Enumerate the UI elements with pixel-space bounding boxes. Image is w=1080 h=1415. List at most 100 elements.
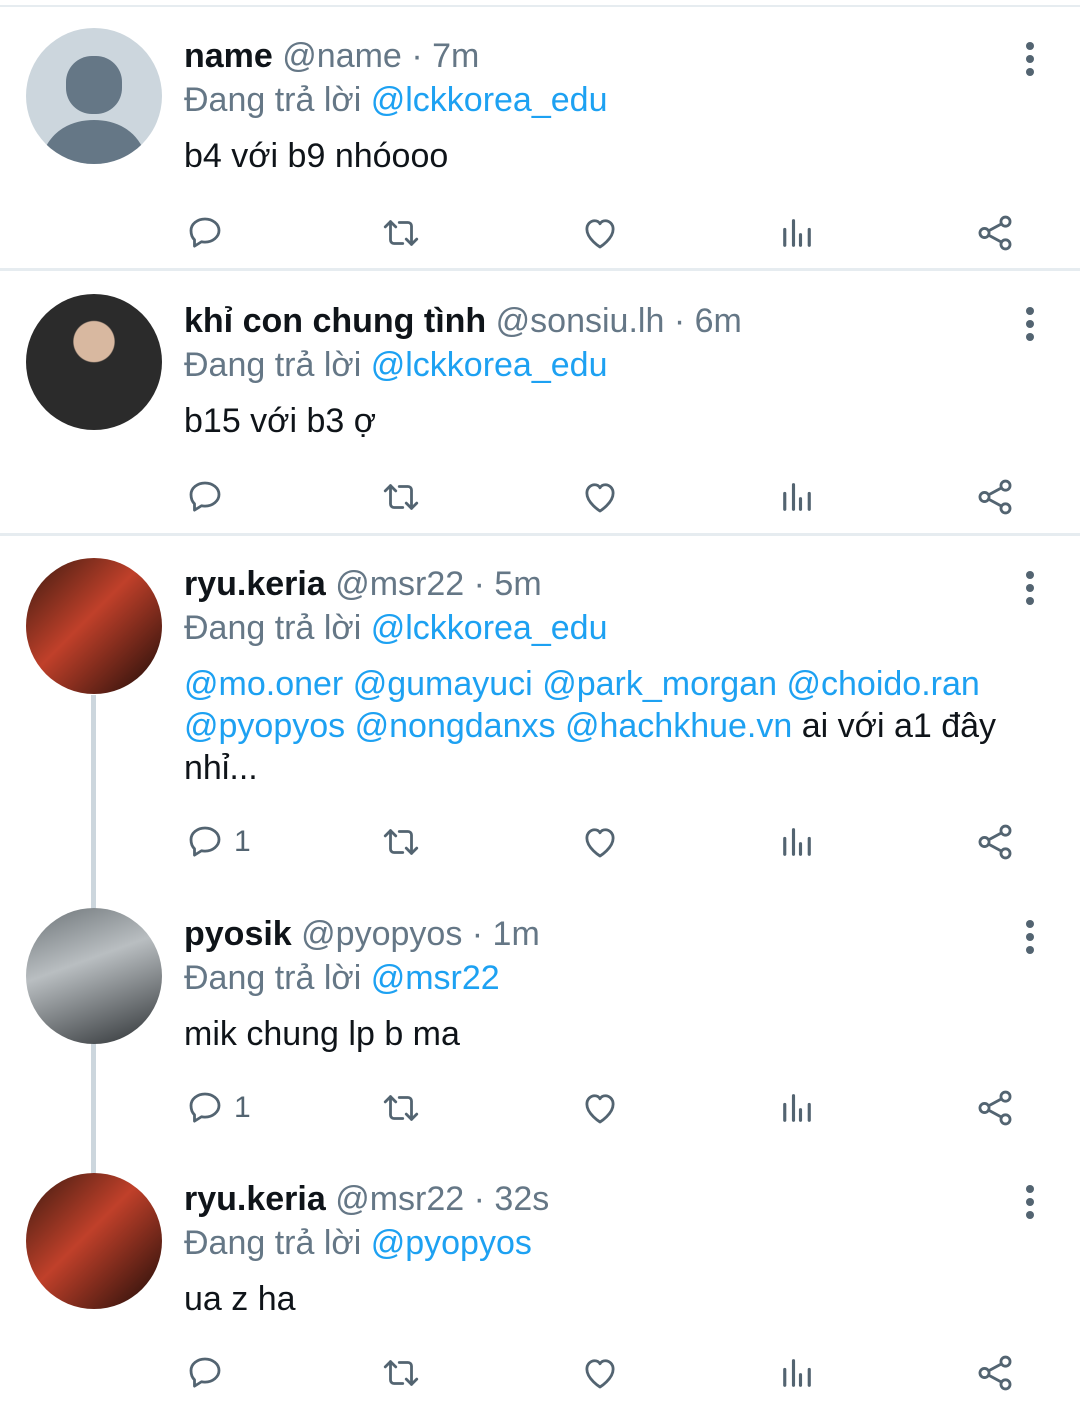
reply-icon (189, 1092, 221, 1123)
analytics-icon (783, 219, 811, 247)
like-button[interactable] (579, 822, 621, 862)
avatar-photo[interactable] (26, 1173, 162, 1309)
reply-mention[interactable]: @pyopyos (371, 1224, 532, 1262)
mention-link[interactable]: @pyopyos (184, 707, 345, 745)
like-button[interactable] (579, 477, 621, 517)
handle[interactable]: @name (282, 37, 402, 75)
tweet-2[interactable]: khỉ con chung tình @sonsiu.lh · 6m Đang … (0, 271, 1080, 536)
reply-button[interactable] (184, 1353, 234, 1393)
timestamp[interactable]: · 6m (674, 302, 742, 340)
action-bar: 1 (184, 822, 1024, 862)
action-bar (184, 213, 1024, 253)
replying-to: Đang trả lời @lckkorea_edu (184, 608, 1040, 648)
retweet-button[interactable] (380, 477, 422, 517)
mention-link[interactable]: @hachkhue.vn (565, 707, 792, 745)
timestamp[interactable]: · 1m (472, 915, 540, 953)
mention-link[interactable]: @mo.oner (184, 665, 343, 703)
avatar-photo[interactable] (26, 558, 162, 694)
avatar-photo[interactable] (26, 294, 162, 430)
mention-link[interactable]: @nongdanxs (355, 707, 556, 745)
like-icon (585, 219, 615, 249)
analytics-button[interactable] (776, 822, 818, 862)
retweet-button[interactable] (380, 822, 422, 862)
avatar-default[interactable] (26, 28, 162, 164)
replying-to: Đang trả lời @lckkorea_edu (184, 345, 1040, 385)
share-button[interactable] (974, 213, 1016, 253)
replying-to: Đang trả lời @lckkorea_edu (184, 80, 1040, 120)
like-button[interactable] (579, 213, 621, 253)
like-button[interactable] (579, 1353, 621, 1393)
display-name[interactable]: ryu.keria (184, 1180, 326, 1218)
reply-button[interactable] (184, 477, 234, 517)
reply-icon (189, 1357, 221, 1388)
reply-prefix: Đang trả lời (184, 81, 362, 119)
thread-line (91, 1042, 96, 1147)
tweet-3[interactable]: ryu.keria @msr22 · 5m Đang trả lời @lckk… (0, 536, 1080, 882)
tweet-text: mik chung lp b ma (184, 1015, 460, 1053)
tweet-text: ua z ha (184, 1280, 296, 1318)
reply-button[interactable]: 1 (184, 1088, 251, 1128)
mention-link[interactable]: @park_morgan (542, 665, 777, 703)
timestamp[interactable]: · 32s (474, 1180, 550, 1218)
reply-icon (189, 481, 221, 512)
more-vert-icon[interactable] (1024, 571, 1036, 610)
avatar-photo[interactable] (26, 908, 162, 1044)
reply-mention[interactable]: @lckkorea_edu (371, 609, 608, 647)
like-icon (585, 828, 615, 858)
handle[interactable]: @msr22 (335, 1180, 464, 1218)
analytics-icon (783, 1094, 811, 1122)
tweet-1[interactable]: name @name · 7m Đang trả lời @lckkorea_e… (0, 7, 1080, 271)
tweet-text-end: nhỉ... (184, 749, 258, 787)
retweet-icon (383, 220, 419, 246)
reply-count: 1 (234, 825, 251, 858)
tweet-header: name @name · 7m (184, 36, 1040, 76)
share-icon (978, 1355, 1012, 1391)
more-vert-icon[interactable] (1024, 920, 1036, 959)
handle[interactable]: @sonsiu.lh (496, 302, 665, 340)
timestamp[interactable]: · 5m (474, 565, 542, 603)
display-name[interactable]: khỉ con chung tình (184, 302, 486, 340)
display-name[interactable]: name (184, 37, 273, 75)
like-button[interactable] (579, 1088, 621, 1128)
share-button[interactable] (974, 1353, 1016, 1393)
reply-button[interactable]: 1 (184, 822, 251, 862)
tweet-5[interactable]: ryu.keria @msr22 · 32s Đang trả lời @pyo… (0, 1147, 1080, 1415)
retweet-icon (383, 829, 419, 855)
retweet-button[interactable] (380, 1353, 422, 1393)
analytics-icon (783, 1359, 811, 1387)
analytics-button[interactable] (776, 213, 818, 253)
timestamp[interactable]: · 7m (411, 37, 479, 75)
share-button[interactable] (974, 1088, 1016, 1128)
tweet-4[interactable]: pyosik @pyopyos · 1m Đang trả lời @msr22… (0, 882, 1080, 1147)
display-name[interactable]: ryu.keria (184, 565, 326, 603)
more-vert-icon[interactable] (1024, 42, 1036, 81)
handle[interactable]: @pyopyos (301, 915, 462, 953)
retweet-button[interactable] (380, 1088, 422, 1128)
tweet-text-tail: ai với a1 đây (801, 707, 997, 745)
reply-mention[interactable]: @lckkorea_edu (371, 346, 608, 384)
share-button[interactable] (974, 822, 1016, 862)
display-name[interactable]: pyosik (184, 915, 292, 953)
mention-link[interactable]: @choido.ran (787, 665, 980, 703)
analytics-icon (783, 828, 811, 856)
handle[interactable]: @msr22 (335, 565, 464, 603)
reply-mention[interactable]: @lckkorea_edu (371, 81, 608, 119)
replying-to: Đang trả lời @pyopyos (184, 1223, 1040, 1263)
mention-link[interactable]: @gumayuci (353, 665, 533, 703)
reply-mention[interactable]: @msr22 (371, 959, 500, 997)
share-icon (978, 215, 1012, 251)
more-vert-icon[interactable] (1024, 307, 1036, 346)
reply-prefix: Đang trả lời (184, 959, 362, 997)
more-vert-icon[interactable] (1024, 1185, 1036, 1224)
reply-prefix: Đang trả lời (184, 609, 362, 647)
tweet-text: b4 với b9 nhóooo (184, 137, 449, 175)
analytics-button[interactable] (776, 477, 818, 517)
analytics-button[interactable] (776, 1353, 818, 1393)
share-button[interactable] (974, 477, 1016, 517)
reply-prefix: Đang trả lời (184, 1224, 362, 1262)
retweet-button[interactable] (380, 213, 422, 253)
reply-button[interactable] (184, 213, 234, 253)
share-icon (978, 479, 1012, 515)
share-icon (978, 1090, 1012, 1126)
analytics-button[interactable] (776, 1088, 818, 1128)
